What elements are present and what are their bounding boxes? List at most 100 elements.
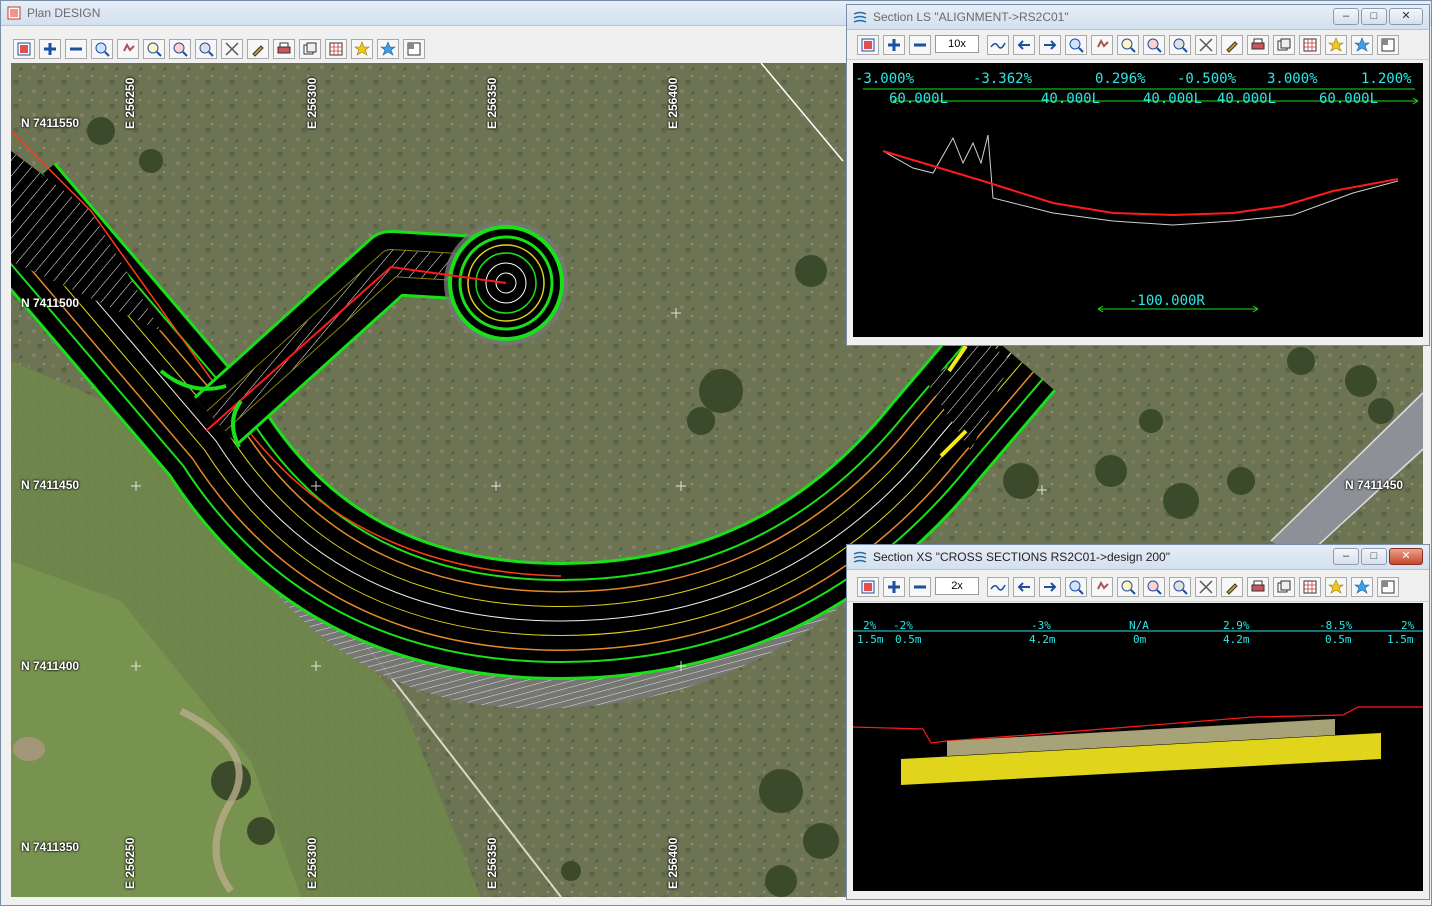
star-blue-icon[interactable] [377,39,399,59]
plan-window-title: Plan DESIGN [27,6,101,20]
minus-icon[interactable] [909,35,931,55]
ls-grade: 1.200% [1361,71,1412,87]
copy-icon[interactable] [1273,35,1295,55]
previous-section-icon[interactable] [1013,577,1035,597]
measure-icon[interactable] [221,39,243,59]
zoom-in-icon[interactable] [91,39,113,59]
copy-icon[interactable] [1273,577,1295,597]
xs-bottom-row: 1.5m 0.5m 4.2m 0m 4.2m 0.5m 1.5m [853,633,1423,647]
plus-icon[interactable] [883,35,905,55]
grid-north-label: N 7411400 [21,659,80,673]
grid-east-label: E 256400 [666,77,680,129]
print-icon[interactable] [273,39,295,59]
ls-window-title: Section LS "ALIGNMENT->RS2C01" [873,10,1069,24]
grid-icon[interactable] [325,39,347,59]
layers-icon[interactable] [857,577,879,597]
xs-bottom-label: 4.2m [1223,633,1250,646]
xs-toolbar: 2x [847,573,1429,602]
plus-icon[interactable] [39,39,61,59]
grid-east-label: E 256400 [666,837,680,889]
xs-bottom-label: 0.5m [895,633,922,646]
print-icon[interactable] [1247,577,1269,597]
minimize-button[interactable]: – [1333,8,1359,25]
star-blue-icon[interactable] [1351,35,1373,55]
window-icon[interactable] [1377,35,1399,55]
xs-window: Section XS "CROSS SECTIONS RS2C01->desig… [846,544,1430,900]
zoom-extent-icon[interactable] [1143,577,1165,597]
zoom-window-icon[interactable] [1117,577,1139,597]
grid-east-label: E 256350 [485,77,499,129]
previous-section-icon[interactable] [1013,35,1035,55]
maximize-button[interactable]: □ [1361,548,1387,565]
grid-east-label: E 256250 [123,837,137,889]
plan-toolbar [11,35,831,63]
window-icon[interactable] [1377,577,1399,597]
pick-icon[interactable] [1221,35,1243,55]
pan-hand-icon[interactable] [1091,35,1113,55]
section-profile-icon[interactable] [987,577,1009,597]
maximize-button[interactable]: □ [1361,8,1387,25]
xs-top-label: 2.9% [1223,619,1250,632]
zoom-extent-icon[interactable] [169,39,191,59]
next-section-icon[interactable] [1039,35,1061,55]
zoom-in-icon[interactable] [1065,35,1087,55]
copy-icon[interactable] [299,39,321,59]
pan-hand-icon[interactable] [1091,577,1113,597]
zoom-in-icon[interactable] [1065,577,1087,597]
star-yellow-icon[interactable] [1325,577,1347,597]
zoom-factor-field[interactable]: 2x [935,577,979,595]
measure-icon[interactable] [1195,577,1217,597]
zoom-out-icon[interactable] [1169,35,1191,55]
close-button[interactable]: ✕ [1389,548,1423,565]
xs-top-label: -3% [1031,619,1051,632]
window-icon[interactable] [403,39,425,59]
star-yellow-icon[interactable] [1325,35,1347,55]
section-window-icon [853,11,867,23]
zoom-window-icon[interactable] [1117,35,1139,55]
measure-icon[interactable] [1195,35,1217,55]
xs-canvas[interactable]: 2% -2% -3% N/A 2.9% -8.5% 2% 1.5m 0.5m 4… [853,603,1423,891]
xs-top-label: N/A [1129,619,1149,632]
star-yellow-icon[interactable] [351,39,373,59]
layers-icon[interactable] [857,35,879,55]
pan-hand-icon[interactable] [117,39,139,59]
zoom-extent-icon[interactable] [1143,35,1165,55]
ls-titlebar[interactable]: Section LS "ALIGNMENT->RS2C01" – □ ✕ [847,5,1429,30]
xs-window-title: Section XS "CROSS SECTIONS RS2C01->desig… [873,550,1170,564]
xs-titlebar[interactable]: Section XS "CROSS SECTIONS RS2C01->desig… [847,545,1429,570]
zoom-factor-field[interactable]: 10x [935,35,979,53]
grid-north-label: N 7411500 [21,296,80,310]
section-profile-icon[interactable] [987,35,1009,55]
ls-length: 40.000L [1143,91,1203,107]
ls-length: 60.000L [1319,91,1379,107]
minimize-button[interactable]: – [1333,548,1359,565]
minus-icon[interactable] [909,577,931,597]
pick-icon[interactable] [247,39,269,59]
ls-length-row: 60.000L 40.000L 40.000L 40.000L 60.000L [855,91,1421,107]
ls-toolbar: 10x [847,31,1429,60]
xs-bottom-label: 1.5m [1387,633,1414,646]
grid-icon[interactable] [1299,577,1321,597]
layers-icon[interactable] [13,39,35,59]
ls-canvas[interactable]: -3.000% -3.362% 0.296% -0.500% 3.000% 1.… [853,63,1423,337]
plus-icon[interactable] [883,577,905,597]
ls-grade: 3.000% [1267,71,1318,87]
ls-grade: -3.000% [855,71,915,87]
print-icon[interactable] [1247,35,1269,55]
minus-icon[interactable] [65,39,87,59]
grid-north-label: N 7411550 [21,116,80,130]
zoom-out-icon[interactable] [1169,577,1191,597]
grid-icon[interactable] [1299,35,1321,55]
grid-east-label: E 256350 [485,837,499,889]
xs-bottom-label: 1.5m [857,633,884,646]
next-section-icon[interactable] [1039,577,1061,597]
plan-window-icon [7,6,21,20]
grid-east-label: E 256250 [123,77,137,129]
zoom-window-icon[interactable] [143,39,165,59]
star-blue-icon[interactable] [1351,577,1373,597]
pick-icon[interactable] [1221,577,1243,597]
zoom-out-icon[interactable] [195,39,217,59]
grid-north-label: N 7411350 [21,840,80,854]
xs-top-label: -8.5% [1319,619,1353,632]
close-button[interactable]: ✕ [1389,8,1423,25]
